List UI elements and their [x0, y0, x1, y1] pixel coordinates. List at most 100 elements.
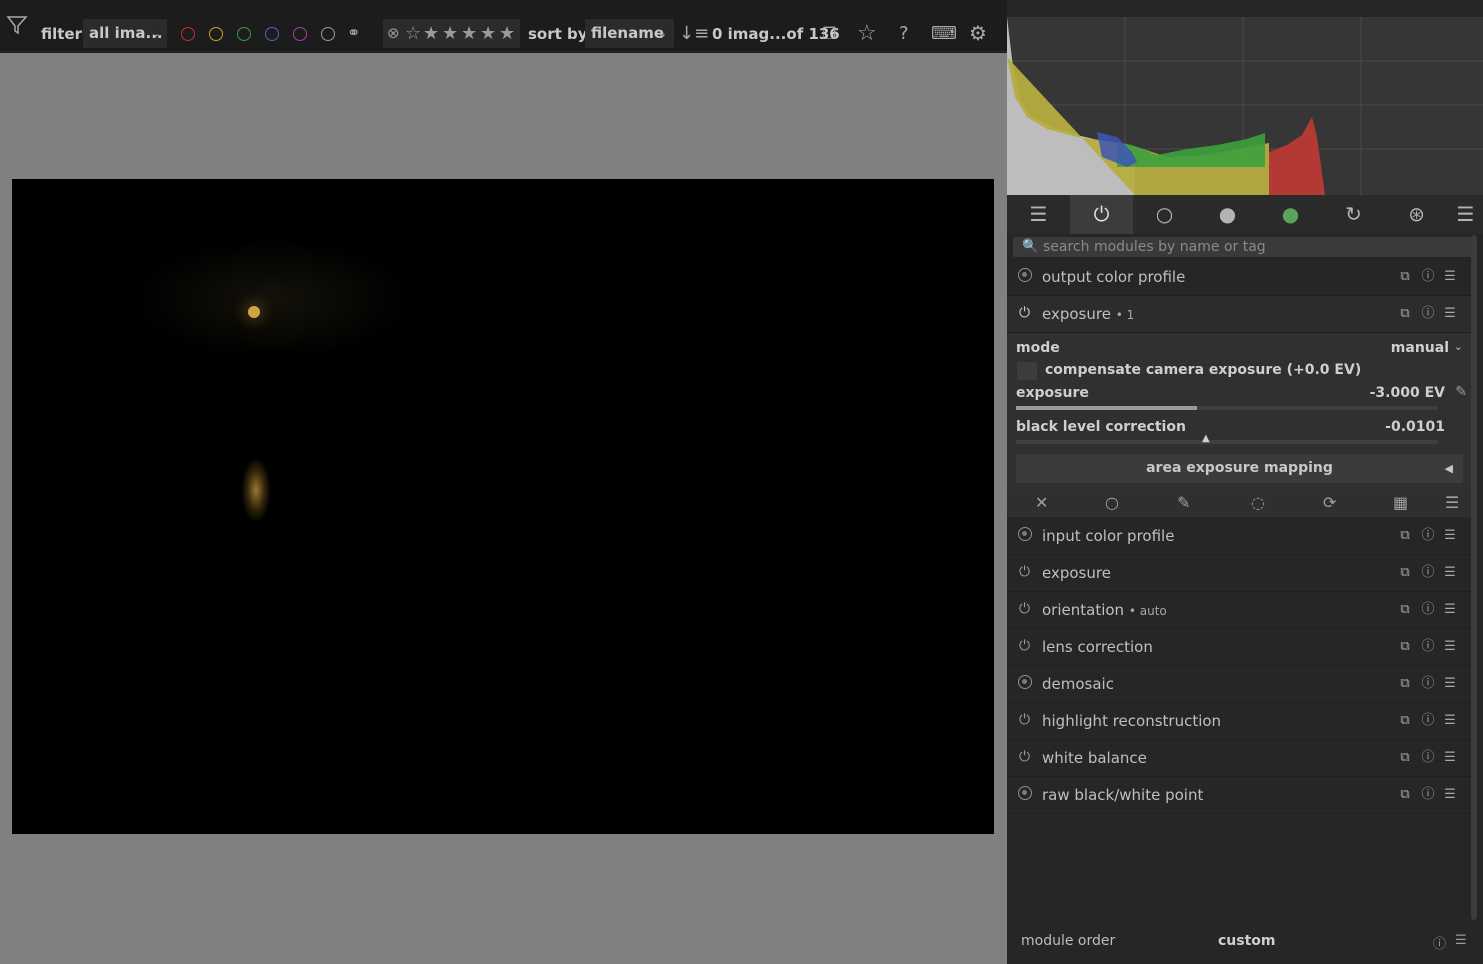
color-label-gray-icon[interactable] — [321, 27, 335, 41]
power-icon[interactable]: ⏻ — [1016, 564, 1033, 581]
parametric-mask-icon[interactable]: ◌ — [1251, 493, 1265, 512]
module-raw-black-white-point[interactable]: raw black/white point ⧉ ⓘ ☰ — [1007, 777, 1475, 814]
multi-instance-icon[interactable]: ⧉ — [1397, 750, 1413, 766]
rating-filter[interactable]: ⊗ ☆ ★ ★ ★ ★ ★ — [383, 19, 520, 48]
presets-icon[interactable]: ☰ — [1442, 713, 1458, 729]
histogram[interactable] — [1007, 17, 1483, 195]
presets-icon[interactable]: ☰ — [1442, 639, 1458, 655]
color-label-blue-icon[interactable] — [265, 27, 279, 41]
tab-quick-access[interactable]: ☰ — [1007, 195, 1070, 234]
uniform-mask-icon[interactable]: ○ — [1105, 493, 1119, 512]
star-2-icon[interactable]: ★ — [442, 23, 458, 44]
presets-icon[interactable]: ☰ — [1455, 933, 1467, 948]
mask-off-icon[interactable]: ✕ — [1035, 493, 1048, 512]
presets-icon[interactable]: ☰ — [1442, 528, 1458, 544]
power-icon[interactable]: ⏻ — [1016, 712, 1033, 729]
reset-icon[interactable]: ⓘ — [1420, 750, 1436, 766]
area-exposure-mapping-button[interactable]: area exposure mapping ◀ — [1016, 454, 1463, 483]
presets-icon[interactable]: ☰ — [1442, 602, 1458, 618]
exposure-slider[interactable] — [1016, 406, 1438, 410]
multi-instance-icon[interactable]: ⧉ — [1397, 713, 1413, 729]
presets-icon[interactable]: ☰ — [1442, 565, 1458, 581]
reset-icon[interactable]: ⓘ — [1420, 565, 1436, 581]
power-icon[interactable]: ⏻ — [1016, 749, 1033, 766]
multi-instance-icon[interactable]: ⧉ — [1397, 602, 1413, 618]
presets-icon[interactable]: ☰ — [1442, 750, 1458, 766]
reset-icon[interactable]: ⓘ — [1420, 639, 1436, 655]
grouping-icon[interactable]: ❐ — [822, 19, 836, 48]
presets-icon[interactable]: ☰ — [1442, 306, 1458, 322]
reset-icon[interactable]: ⓘ — [1420, 269, 1436, 285]
right-panel-scrollbar[interactable] — [1471, 235, 1477, 920]
power-icon[interactable]: ⏻ — [1016, 601, 1033, 618]
tab-tone[interactable]: ● — [1196, 195, 1259, 234]
image-preview[interactable] — [12, 179, 994, 834]
reject-icon[interactable]: ⊗ — [387, 24, 400, 42]
color-label-purple-icon[interactable] — [293, 27, 307, 41]
reset-icon[interactable]: ⓘ — [1420, 306, 1436, 322]
module-exposure-1[interactable]: ⏻ exposure • 1 ⧉ ⓘ ☰ — [1007, 296, 1475, 333]
star-1-icon[interactable]: ★ — [423, 23, 439, 44]
black-level-slider[interactable]: ▲ — [1016, 433, 1438, 444]
power-icon[interactable]: ⏻ — [1016, 638, 1033, 655]
multi-instance-icon[interactable]: ⧉ — [1397, 269, 1413, 285]
multi-instance-icon[interactable]: ⧉ — [1397, 306, 1413, 322]
module-input-color-profile[interactable]: input color profile ⧉ ⓘ ☰ — [1007, 518, 1475, 555]
tab-correct[interactable]: ↻ — [1322, 195, 1385, 234]
module-exposure[interactable]: ⏻ exposure ⧉ ⓘ ☰ — [1007, 555, 1475, 592]
mode-dropdown[interactable]: manual — [1391, 340, 1449, 356]
blend-presets-icon[interactable]: ☰ — [1445, 493, 1459, 512]
sort-dropdown[interactable]: filename ⌄ — [585, 19, 674, 48]
color-label-green-icon[interactable] — [237, 27, 251, 41]
filter-funnel-icon[interactable] — [6, 14, 28, 44]
multi-instance-icon[interactable]: ⧉ — [1397, 787, 1413, 803]
black-level-value[interactable]: -0.0101 — [1385, 419, 1445, 435]
slider-marker-icon[interactable]: ▲ — [1202, 433, 1210, 444]
module-search-input[interactable]: 🔍 search modules by name or tag — [1013, 237, 1475, 257]
star-5-icon[interactable]: ★ — [499, 23, 515, 44]
module-output-color-profile[interactable]: output color profile ⧉ ⓘ ☰ — [1007, 259, 1475, 296]
star-overlay-icon[interactable]: ☆ — [857, 19, 877, 48]
presets-icon[interactable]: ☰ — [1442, 787, 1458, 803]
star-3-icon[interactable]: ★ — [461, 23, 477, 44]
exposure-slider-value[interactable]: -3.000 EV — [1370, 385, 1445, 401]
module-highlight-reconstruction[interactable]: ⏻ highlight reconstruction ⧉ ⓘ ☰ — [1007, 703, 1475, 740]
tab-base[interactable]: ○ — [1133, 195, 1196, 234]
power-icon[interactable]: ⏻ — [1016, 305, 1033, 322]
tab-effect[interactable]: ⊛ — [1385, 195, 1448, 234]
compensate-checkbox[interactable] — [1017, 362, 1037, 380]
presets-icon[interactable]: ☰ — [1442, 269, 1458, 285]
filter-dropdown[interactable]: all ima... ⌄ — [83, 19, 167, 48]
module-demosaic[interactable]: demosaic ⧉ ⓘ ☰ — [1007, 666, 1475, 703]
module-lens-correction[interactable]: ⏻ lens correction ⧉ ⓘ ☰ — [1007, 629, 1475, 666]
tab-color[interactable]: ● — [1259, 195, 1322, 234]
color-label-operator-icon[interactable]: ⚭ — [347, 18, 360, 47]
star-outline-icon[interactable]: ☆ — [405, 23, 421, 44]
multi-instance-icon[interactable]: ⧉ — [1397, 639, 1413, 655]
color-label-red-icon[interactable] — [181, 27, 195, 41]
reset-icon[interactable]: ⓘ — [1420, 713, 1436, 729]
tab-active-modules[interactable]: ⏻ — [1070, 195, 1133, 234]
gear-icon[interactable]: ⚙ — [969, 19, 987, 48]
presets-icon[interactable]: ☰ — [1442, 676, 1458, 692]
module-white-balance[interactable]: ⏻ white balance ⧉ ⓘ ☰ — [1007, 740, 1475, 777]
drawn-mask-icon[interactable]: ✎ — [1177, 493, 1190, 512]
multi-instance-icon[interactable]: ⧉ — [1397, 676, 1413, 692]
module-orientation[interactable]: ⏻ orientation • auto ⧉ ⓘ ☰ — [1007, 592, 1475, 629]
sort-order-icon[interactable]: ↓≡ — [679, 19, 709, 48]
tab-presets-menu[interactable]: ☰ — [1448, 195, 1483, 234]
raster-mask-icon[interactable]: ▦ — [1393, 493, 1408, 512]
reset-icon[interactable]: ⓘ — [1433, 933, 1446, 952]
reset-icon[interactable]: ⓘ — [1420, 787, 1436, 803]
multi-instance-icon[interactable]: ⧉ — [1397, 565, 1413, 581]
color-label-yellow-icon[interactable] — [209, 27, 223, 41]
reset-icon[interactable]: ⓘ — [1420, 528, 1436, 544]
star-4-icon[interactable]: ★ — [480, 23, 496, 44]
drawn-parametric-mask-icon[interactable]: ⟳ — [1323, 493, 1336, 512]
keyboard-shortcuts-icon[interactable]: ⌨ — [931, 19, 957, 48]
reset-icon[interactable]: ⓘ — [1420, 676, 1436, 692]
color-picker-icon[interactable]: ✎ — [1455, 384, 1467, 400]
help-icon[interactable]: ? — [899, 19, 909, 48]
multi-instance-icon[interactable]: ⧉ — [1397, 528, 1413, 544]
reset-icon[interactable]: ⓘ — [1420, 602, 1436, 618]
